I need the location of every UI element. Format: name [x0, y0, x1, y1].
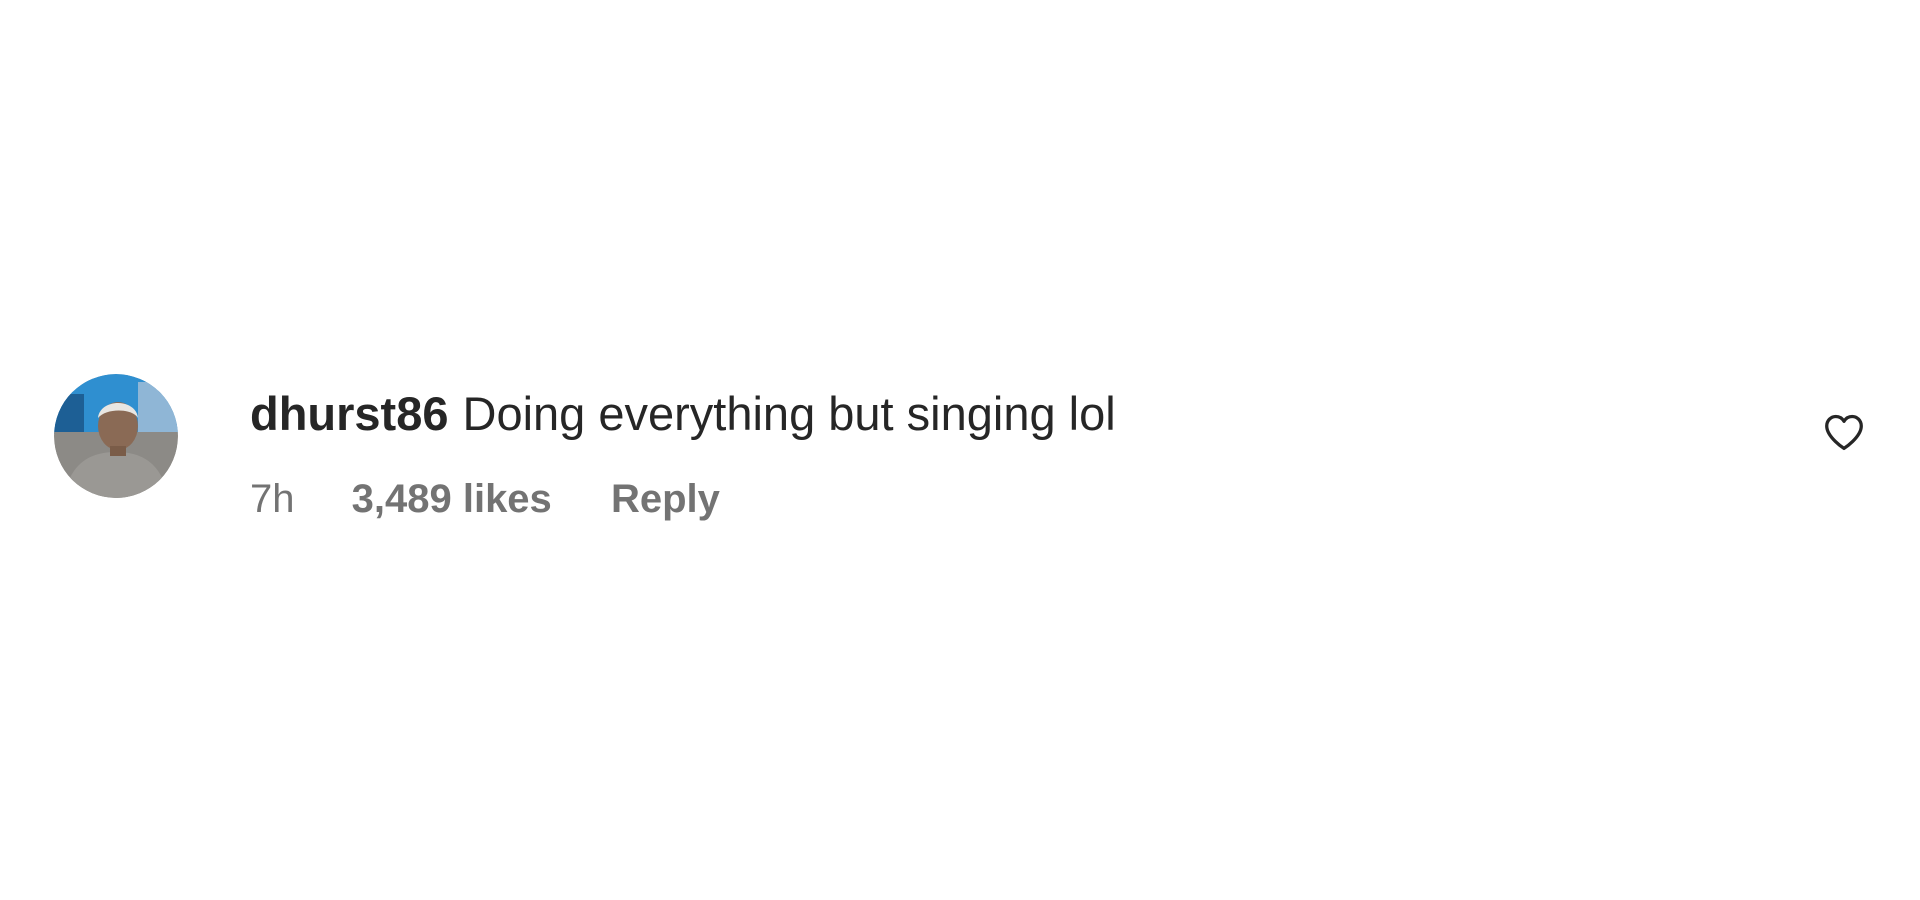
- comment-text: Doing everything but singing lol: [462, 387, 1116, 440]
- comment-timestamp: 7h: [250, 477, 295, 521]
- like-button[interactable]: [1820, 408, 1868, 456]
- comment-likes-count[interactable]: 3,489 likes: [352, 476, 552, 522]
- avatar[interactable]: [54, 374, 178, 498]
- comment-body: dhurst86 Doing everything but singing lol…: [250, 386, 1116, 522]
- page: dhurst86 Doing everything but singing lol…: [0, 0, 1920, 900]
- comment-meta: 7h 3,489 likes Reply: [250, 476, 1116, 522]
- reply-button[interactable]: Reply: [611, 476, 720, 522]
- heart-outline-icon: [1825, 414, 1863, 451]
- comment-item: dhurst86 Doing everything but singing lol…: [54, 374, 1874, 534]
- comment-line: dhurst86 Doing everything but singing lol: [250, 386, 1116, 442]
- avatar-image: [54, 374, 178, 498]
- comment-username[interactable]: dhurst86: [250, 387, 449, 440]
